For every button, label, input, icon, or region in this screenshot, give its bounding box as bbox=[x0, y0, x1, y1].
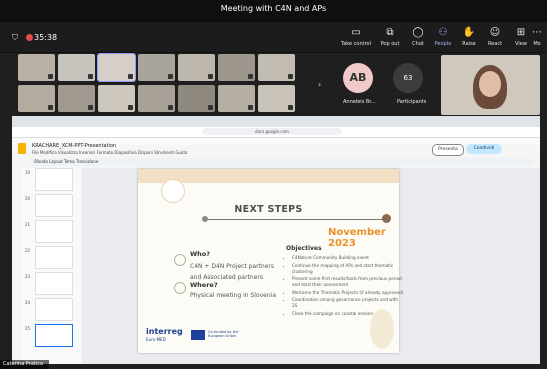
meeting-timer: 35:38 bbox=[34, 33, 58, 42]
document-title[interactable]: KRACHARE_XCM-PPT-Presentation bbox=[32, 143, 116, 149]
interreg-logo-sub: Euro-MED bbox=[146, 337, 166, 342]
slide-filmstrip: 19 20 21 22 23 24 25 bbox=[22, 168, 80, 364]
document-menu-bar[interactable]: File Modifica Visualizza Inserisci Forma… bbox=[32, 150, 187, 155]
mic-muted-icon bbox=[248, 74, 253, 79]
participant-video-tile[interactable] bbox=[98, 85, 135, 112]
url-field[interactable]: docs.google.com bbox=[202, 128, 342, 135]
mic-muted-icon bbox=[168, 105, 173, 110]
decorative-shape bbox=[370, 309, 394, 349]
avatar[interactable]: AB bbox=[343, 63, 373, 93]
who-text: C4N + D4N Project partners and Associate… bbox=[190, 261, 274, 283]
slide-thumbnail-active[interactable] bbox=[35, 324, 73, 347]
current-slide[interactable]: NEXT STEPS November 2023 Who? C4N + D4N … bbox=[138, 169, 403, 353]
slide-thumbnail[interactable] bbox=[35, 194, 73, 217]
share-button[interactable]: Condividi bbox=[466, 144, 502, 154]
timeline-end-dot bbox=[382, 214, 391, 223]
who-text-line: C4N + D4N Project partners bbox=[190, 263, 274, 270]
mic-muted-icon bbox=[288, 105, 293, 110]
people-icon bbox=[174, 254, 186, 266]
objectives-list: C4Nature Community Building event Contin… bbox=[286, 255, 404, 318]
slide-number: 20 bbox=[25, 196, 31, 201]
mic-muted-icon bbox=[208, 74, 213, 79]
participant-video-tile[interactable] bbox=[218, 85, 255, 112]
objective-item: Coordination among governance projects a… bbox=[292, 297, 404, 309]
shield-icon: ⛉ bbox=[12, 33, 18, 42]
mic-muted-icon bbox=[248, 105, 253, 110]
eu-cofunded-text: Co-funded by the European Union bbox=[208, 330, 239, 338]
project-logo-icon bbox=[161, 179, 185, 203]
objective-item: Welcome the Thematic Projects (if alread… bbox=[292, 290, 404, 296]
participant-video-tile[interactable] bbox=[138, 54, 175, 81]
slide-number: 24 bbox=[25, 300, 31, 305]
slide-number: 19 bbox=[25, 170, 31, 175]
video-gallery bbox=[10, 53, 310, 114]
participant-video-tile[interactable] bbox=[178, 54, 215, 81]
mic-muted-icon bbox=[48, 74, 53, 79]
slide-heading: NEXT STEPS bbox=[234, 204, 303, 215]
more-icon: ⋯ bbox=[532, 27, 542, 38]
mic-muted-icon bbox=[88, 105, 93, 110]
participant-video-tile[interactable] bbox=[258, 54, 295, 81]
mic-muted-icon bbox=[48, 105, 53, 110]
browser-tab-bar bbox=[12, 116, 540, 127]
where-text: Physical meeting in Slovenia bbox=[190, 292, 276, 299]
recording-indicator-icon bbox=[26, 34, 33, 41]
slide-thumbnail[interactable] bbox=[35, 298, 73, 321]
participant-video-tile[interactable] bbox=[97, 53, 136, 82]
slide-thumbnail[interactable] bbox=[35, 246, 73, 269]
objective-item: Present some first results/tools from pr… bbox=[292, 276, 404, 288]
who-label: Who? bbox=[190, 250, 211, 258]
slides-toolbar[interactable]: Sfondo Layout Tema Transizione bbox=[30, 158, 534, 166]
mic-muted-icon bbox=[208, 105, 213, 110]
slide-thumbnail[interactable] bbox=[35, 220, 73, 243]
participant-video-tile[interactable] bbox=[138, 85, 175, 112]
slide-number: 23 bbox=[25, 274, 31, 279]
participant-video-tile[interactable] bbox=[58, 54, 95, 81]
person-face bbox=[479, 71, 501, 97]
slide-date: November 2023 bbox=[328, 227, 386, 249]
interreg-logo: interreg bbox=[146, 327, 183, 336]
participant-name: Anneleis Br... bbox=[343, 99, 376, 105]
eu-flag-icon bbox=[191, 330, 205, 340]
slides-logo-icon bbox=[18, 143, 26, 154]
slide-number: 21 bbox=[25, 222, 31, 227]
take-control-button[interactable]: ▭ Take control bbox=[339, 27, 373, 47]
mic-muted-icon bbox=[128, 105, 133, 110]
slide-thumbnail[interactable] bbox=[35, 168, 73, 191]
mic-muted-icon bbox=[88, 74, 93, 79]
presenter-name-tag: Caterina Pratico bbox=[0, 360, 49, 369]
where-label: Where? bbox=[190, 281, 218, 289]
meeting-title: Meeting with C4N and APs bbox=[220, 4, 327, 13]
slide-footer-logos: interreg Euro-MED Co-funded by the Europ… bbox=[146, 325, 306, 345]
mic-muted-icon bbox=[288, 74, 293, 79]
location-icon bbox=[174, 282, 186, 294]
mic-muted-icon bbox=[128, 74, 133, 79]
mic-muted-icon bbox=[168, 74, 173, 79]
more-button[interactable]: ⋯ Mo bbox=[527, 27, 547, 47]
participant-video-tile[interactable] bbox=[258, 85, 295, 112]
participant-video-tile[interactable] bbox=[218, 54, 255, 81]
spotlight-video-tile[interactable] bbox=[441, 55, 540, 115]
participant-video-tile[interactable] bbox=[58, 85, 95, 112]
participant-video-tile[interactable] bbox=[18, 85, 55, 112]
objectives-heading: Objectives bbox=[286, 245, 322, 252]
slide-number: 22 bbox=[25, 248, 31, 253]
participants-label: Participants bbox=[397, 99, 427, 105]
slide-number: 25 bbox=[25, 326, 31, 331]
participant-video-tile[interactable] bbox=[18, 54, 55, 81]
participant-video-tile[interactable] bbox=[178, 85, 215, 112]
slide-thumbnail[interactable] bbox=[35, 272, 73, 295]
participant-count-badge[interactable]: 63 bbox=[393, 63, 423, 93]
timeline-line bbox=[206, 219, 386, 220]
objective-item: Continue the mapping of APs and start th… bbox=[292, 263, 404, 275]
present-button[interactable]: Presenta bbox=[432, 144, 464, 156]
chevron-right-icon[interactable]: › bbox=[318, 80, 321, 89]
timeline-start-dot bbox=[202, 216, 208, 222]
objective-item: C4Nature Community Building event bbox=[292, 255, 404, 261]
take-control-icon: ▭ bbox=[351, 27, 361, 38]
